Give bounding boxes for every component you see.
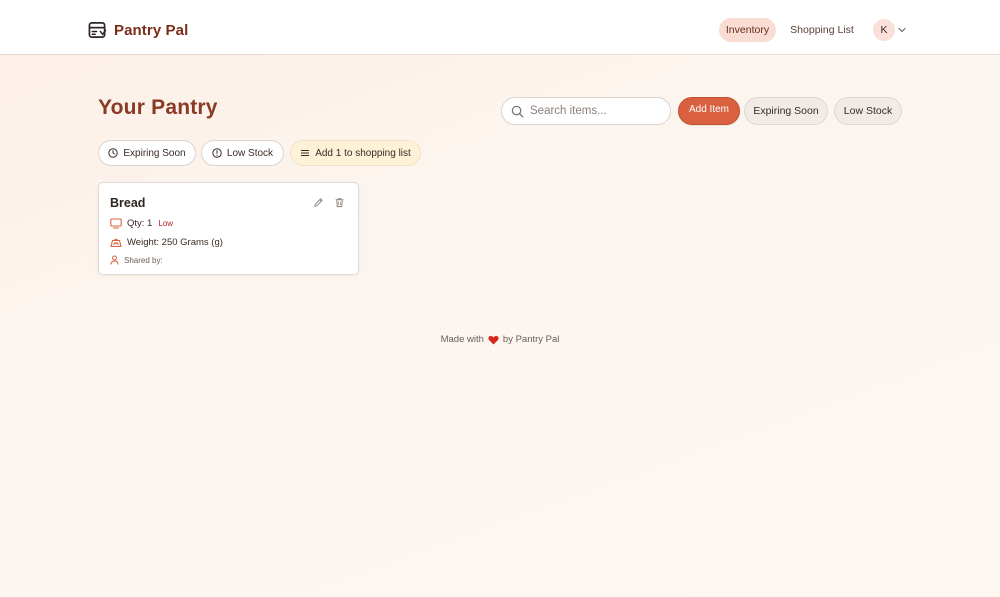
info-icon xyxy=(212,148,222,158)
item-quantity: Qty: 1 Low xyxy=(110,218,173,229)
low-stock-filter-button[interactable]: Low Stock xyxy=(834,97,902,125)
add-to-shopping-list-chip[interactable]: Add 1 to shopping list xyxy=(290,140,421,166)
footer: Made with by Pantry Pal xyxy=(0,334,1000,345)
chevron-down-icon[interactable] xyxy=(897,25,907,35)
item-weight: Weight: 250 Grams (g) xyxy=(110,237,223,248)
chip-label: Expiring Soon xyxy=(123,147,186,159)
brand[interactable]: Pantry Pal xyxy=(88,19,188,41)
low-stock-badge: Low xyxy=(158,219,174,228)
top-navbar: Pantry Pal Inventory Shopping List K xyxy=(0,0,1000,55)
item-shared-by: Shared by: xyxy=(110,255,163,265)
quantity-icon xyxy=(110,218,122,229)
footer-prefix: Made with xyxy=(440,334,484,345)
search-input[interactable] xyxy=(530,105,660,117)
brand-name: Pantry Pal xyxy=(114,21,189,39)
footer-suffix: by Pantry Pal xyxy=(502,334,560,345)
add-item-button[interactable]: Add Item xyxy=(678,97,740,125)
pantry-logo-icon xyxy=(88,21,107,38)
edit-icon[interactable] xyxy=(313,197,324,208)
expiring-soon-filter-button[interactable]: Expiring Soon xyxy=(744,97,828,125)
search-icon xyxy=(511,105,524,117)
chip-label: Add 1 to shopping list xyxy=(315,147,411,159)
nav-shopping-list[interactable]: Shopping List xyxy=(784,18,860,42)
trash-icon[interactable] xyxy=(334,197,345,208)
heart-icon xyxy=(488,335,499,345)
low-stock-chip[interactable]: Low Stock xyxy=(201,140,284,166)
chip-label: Low Stock xyxy=(226,147,274,159)
shared-by-text: Shared by: xyxy=(124,255,163,265)
list-icon xyxy=(301,150,310,156)
quantity-text: Qty: 1 xyxy=(127,218,153,229)
user-icon xyxy=(110,255,119,265)
expiring-soon-chip[interactable]: Expiring Soon xyxy=(98,140,196,166)
search-box[interactable] xyxy=(501,97,671,125)
weight-icon xyxy=(110,238,122,248)
clock-icon xyxy=(108,148,119,158)
page-title: Your Pantry xyxy=(98,96,218,119)
weight-text: Weight: 250 Grams (g) xyxy=(127,237,223,248)
user-avatar[interactable]: K xyxy=(873,19,895,41)
pantry-item-card[interactable]: Bread Qty: 1 Low Weight: 250 Grams (g) S… xyxy=(98,182,359,275)
nav-inventory[interactable]: Inventory xyxy=(719,18,776,42)
item-name: Bread xyxy=(110,196,146,210)
